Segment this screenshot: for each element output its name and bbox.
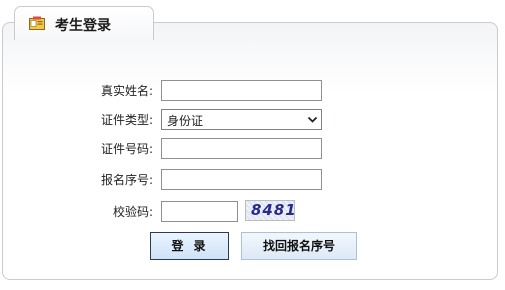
captcha-input[interactable] [161, 201, 238, 222]
id-card-icon [29, 16, 45, 31]
id-type-label: 证件类型: [100, 113, 153, 127]
recover-registration-number-button[interactable]: 找回报名序号 [241, 232, 357, 260]
id-number-label: 证件号码: [100, 142, 153, 156]
page-title: 考生登录 [55, 18, 111, 34]
registration-number-row: 报名序号: [0, 168, 505, 192]
registration-number-label: 报名序号: [100, 173, 153, 187]
chevron-down-icon[interactable] [307, 114, 318, 125]
login-button[interactable]: 登录 [150, 232, 229, 260]
captcha-row: 校验码: 8481 [0, 200, 505, 224]
real-name-label: 真实姓名: [100, 84, 153, 98]
real-name-input[interactable] [161, 80, 322, 101]
registration-number-input[interactable] [161, 169, 322, 190]
captcha-image[interactable]: 8481 [245, 200, 297, 221]
id-type-select[interactable]: 身份证 [161, 109, 322, 130]
real-name-row: 真实姓名: [0, 79, 505, 103]
id-number-input[interactable] [161, 138, 322, 159]
id-type-row: 证件类型: 身份证 [0, 108, 505, 132]
captcha-code: 8481 [251, 201, 297, 219]
login-tab: 考生登录 [14, 6, 154, 40]
id-number-row: 证件号码: [0, 137, 505, 161]
captcha-label: 校验码: [112, 205, 153, 219]
id-type-value: 身份证 [167, 114, 204, 128]
